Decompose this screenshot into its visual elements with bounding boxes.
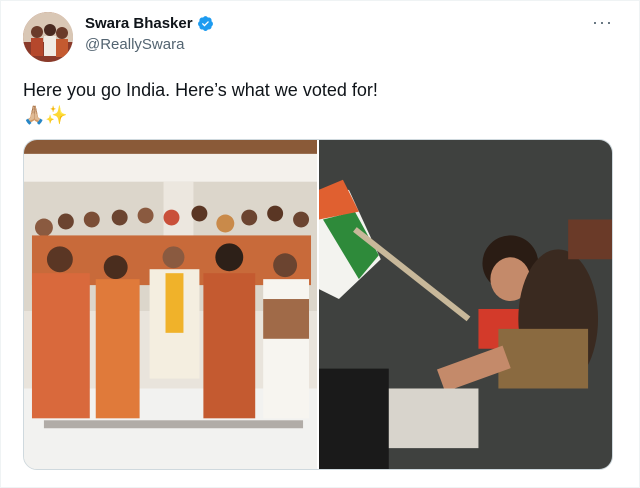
tweet-emojis: 🙏🏼✨ — [23, 105, 68, 125]
author-name-row[interactable]: Swara Bhasker — [85, 15, 214, 32]
verified-badge-icon — [197, 16, 213, 31]
avatar[interactable] — [23, 12, 73, 62]
group-photo-icon[interactable] — [24, 140, 317, 469]
tweet-media[interactable] — [23, 139, 613, 470]
ellipsis-icon: ··· — [592, 12, 613, 32]
tweet-text: Here you go India. Here’s what we voted … — [23, 80, 378, 100]
tweet-card: Swara Bhasker @ReallySwara ··· Here you … — [0, 0, 640, 488]
protest-photo-icon[interactable] — [319, 140, 612, 469]
avatar-image-icon — [23, 12, 73, 62]
display-name[interactable]: Swara Bhasker — [85, 15, 193, 32]
author-handle[interactable]: @ReallySwara — [85, 36, 184, 53]
more-options-button[interactable]: ··· — [592, 12, 613, 32]
